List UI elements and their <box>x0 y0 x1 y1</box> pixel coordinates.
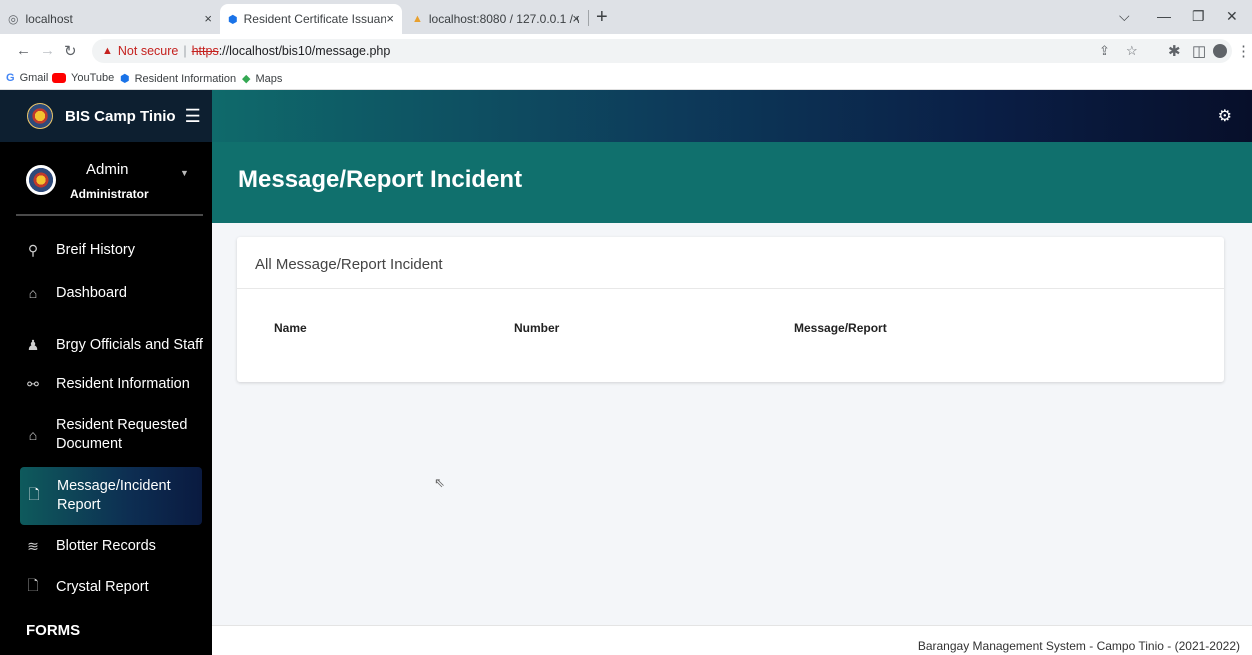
users-icon: ♟ <box>26 336 40 353</box>
user-role: Administrator <box>70 187 149 201</box>
close-tab-icon[interactable]: × <box>572 11 580 26</box>
file-icon: 🗋 <box>28 486 40 502</box>
side-panel-icon[interactable]: ◫ <box>1192 42 1206 60</box>
sidebar-item-resident-information[interactable]: ⚯ Resident Information <box>0 374 212 394</box>
youtube-icon <box>52 73 66 83</box>
home-icon: ⌂ <box>28 427 38 443</box>
brand-title: BIS Camp Tinio <box>65 107 176 125</box>
share-icon[interactable]: ⇪ <box>1099 39 1110 63</box>
hamburger-menu-icon[interactable]: ☰ <box>185 106 201 127</box>
not-secure-label: Not secure <box>117 44 179 58</box>
footer-text: Barangay Management System - Campo Tinio… <box>917 639 1240 653</box>
caret-down-icon[interactable]: ▼ <box>180 168 189 178</box>
minimize-icon[interactable]: — <box>1157 8 1171 24</box>
tab-title: localhost:8080 / 127.0.0.1 / web <box>428 12 579 26</box>
home-icon: ⌂ <box>28 285 38 301</box>
restore-icon[interactable]: ❐ <box>1192 8 1205 25</box>
footer: Barangay Management System - Campo Tinio… <box>212 625 1252 655</box>
user-divider <box>16 214 203 216</box>
close-window-icon[interactable]: ✕ <box>1226 8 1238 25</box>
sidebar-item-breif-history[interactable]: ⚲ Breif History <box>0 240 212 260</box>
sidebar-item-label: Resident Requested Document <box>56 417 188 452</box>
tab-title: localhost <box>25 12 73 26</box>
sidebar-item-crystal-report[interactable]: 🗋 Crystal Report <box>0 577 212 597</box>
bookmark-maps[interactable]: ◆ Maps <box>242 72 283 86</box>
layers-icon: ≋ <box>27 537 39 554</box>
sidebar-item-brgy-officials[interactable]: ♟ Brgy Officials and Staff <box>0 335 212 355</box>
sidebar-section-forms: FORMS <box>26 622 81 639</box>
bookmark-label: YouTube <box>71 72 115 84</box>
close-tab-icon[interactable]: × <box>386 11 394 26</box>
browser-tab-bar: ◎ localhost × ⬢ Resident Certificate Iss… <box>0 0 1252 34</box>
phpmyadmin-icon: ▲ <box>412 13 423 25</box>
tab-separator <box>588 10 589 26</box>
signpost-icon: ⚲ <box>27 241 39 258</box>
bookmark-label: Resident Information <box>134 72 237 85</box>
sidebar-item-label: Breif History <box>56 241 135 258</box>
forward-icon[interactable]: → <box>40 42 55 59</box>
bookmark-gmail[interactable]: G Gmail <box>6 72 48 84</box>
globe-icon: ◎ <box>8 12 19 26</box>
sidebar-item-label: Message/Incident Report <box>57 478 171 513</box>
address-bar[interactable]: ▲ Not secure | https ://localhost/bis10/… <box>92 39 1232 63</box>
file-icon: 🗋 <box>27 577 39 593</box>
user-name: Admin <box>86 161 129 178</box>
user-search-icon: ⚯ <box>27 375 39 392</box>
browser-toolbar: ← → ↻ ▲ Not secure | https ://localhost/… <box>0 34 1252 68</box>
tab-search-icon[interactable]: ⌵ <box>1119 8 1130 25</box>
barangay-seal-logo <box>27 103 53 129</box>
app-brand[interactable]: BIS Camp Tinio ☰ <box>0 90 212 142</box>
close-tab-icon[interactable]: × <box>204 11 212 26</box>
browser-tab-localhost[interactable]: ◎ localhost × <box>0 4 220 34</box>
sidebar-item-label: Brgy Officials and Staff <box>56 336 203 353</box>
new-tab-button[interactable]: + <box>596 6 608 29</box>
bookmark-star-icon[interactable]: ☆ <box>1126 39 1138 63</box>
gear-icon[interactable]: ⚙ <box>1218 106 1232 126</box>
column-header-number[interactable]: Number <box>514 321 559 335</box>
site-icon: ⬢ <box>120 73 130 85</box>
sidebar-item-label: Resident Information <box>56 375 190 392</box>
url-scheme: https <box>191 44 219 58</box>
address-divider: | <box>183 44 187 58</box>
warning-icon: ▲ <box>102 45 113 57</box>
avatar <box>26 165 56 195</box>
tab-title: Resident Certificate Issuance - Ba <box>243 12 386 26</box>
sidebar-item-dashboard[interactable]: ⌂ Dashboard <box>0 283 212 303</box>
top-navbar: ⚙ <box>212 90 1252 142</box>
bookmark-label: Maps <box>255 72 283 85</box>
user-panel[interactable]: Admin Administrator ▼ <box>0 142 212 216</box>
back-icon[interactable]: ← <box>16 42 31 59</box>
reload-icon[interactable]: ↻ <box>64 42 77 60</box>
browser-tab-phpmyadmin[interactable]: ▲ localhost:8080 / 127.0.0.1 / web × <box>404 4 588 34</box>
sidebar-item-blotter-records[interactable]: ≋ Blotter Records <box>0 536 212 556</box>
bookmark-resident-information[interactable]: ⬢ Resident Information <box>120 72 237 86</box>
gmail-icon: G <box>6 72 15 84</box>
bookmark-youtube[interactable]: YouTube <box>52 72 114 84</box>
page-header: Message/Report Incident <box>212 142 1252 223</box>
sidebar-item-label: Dashboard <box>56 284 127 301</box>
column-header-message[interactable]: Message/Report <box>794 321 887 335</box>
extensions-icon[interactable]: ✱ <box>1168 42 1181 60</box>
browser-tab-certificate[interactable]: ⬢ Resident Certificate Issuance - Ba × <box>220 4 402 34</box>
maps-icon: ◆ <box>242 73 251 85</box>
menu-kebab-icon[interactable]: ⋮ <box>1236 42 1251 60</box>
main-content: Message/Report Incident All Message/Repo… <box>212 142 1252 655</box>
page-title: Message/Report Incident <box>238 166 523 193</box>
sidebar-item-label: Crystal Report <box>56 578 149 595</box>
site-favicon-icon: ⬢ <box>228 13 238 26</box>
url-path: ://localhost/bis10/message.php <box>218 44 391 58</box>
bookmarks-bar: G Gmail YouTube ⬢ Resident Information ◆… <box>0 68 1252 90</box>
mouse-cursor-icon: ⇖ <box>434 475 445 490</box>
sidebar-item-message-incident-report[interactable]: 🗋 Message/Incident Report <box>20 467 202 525</box>
card-title: All Message/Report Incident <box>255 256 443 273</box>
profile-avatar[interactable] <box>1213 44 1227 58</box>
column-header-name[interactable]: Name <box>274 321 307 335</box>
sidebar-item-label: Blotter Records <box>56 537 156 554</box>
sidebar-item-resident-requested-document[interactable]: ⌂ Resident Requested Document <box>0 415 212 455</box>
messages-card: All Message/Report Incident Name Number … <box>237 237 1224 382</box>
sidebar: Admin Administrator ▼ ⚲ Breif History ⌂ … <box>0 142 212 655</box>
bookmark-label: Gmail <box>19 72 49 84</box>
card-header: All Message/Report Incident <box>237 237 1224 289</box>
